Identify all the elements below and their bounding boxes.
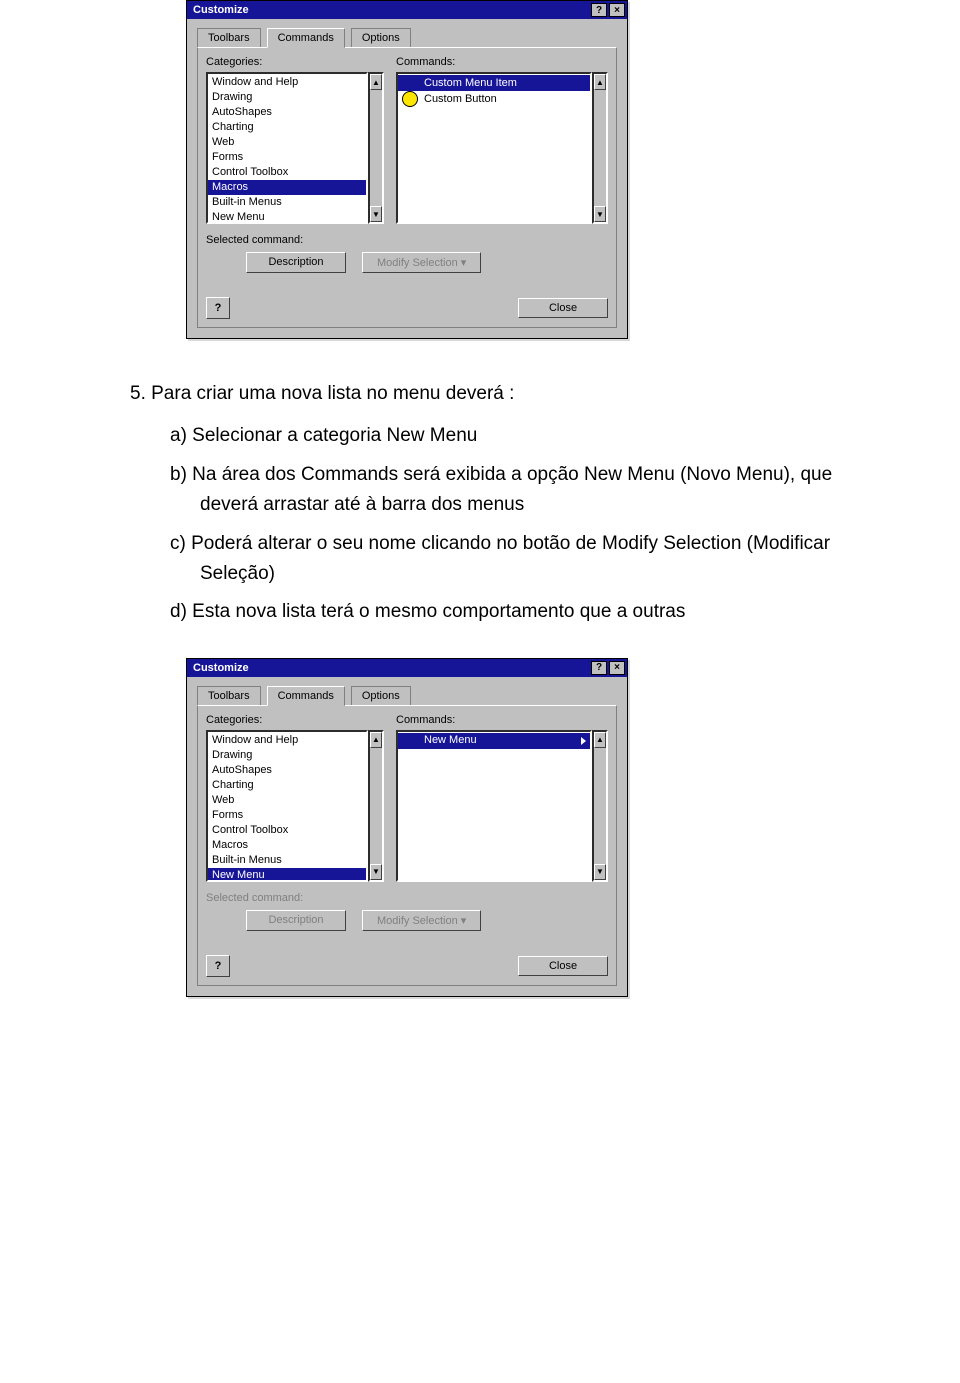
close-icon[interactable]: × xyxy=(609,3,625,17)
scrollbar[interactable]: ▲ ▼ xyxy=(368,730,384,882)
scroll-up-icon[interactable]: ▲ xyxy=(594,732,606,748)
submenu-arrow-icon xyxy=(581,737,586,745)
scrollbar[interactable]: ▲ ▼ xyxy=(368,72,384,224)
list-item[interactable]: Macros xyxy=(208,838,366,853)
scrollbar[interactable]: ▲ ▼ xyxy=(592,730,608,882)
modify-selection-button: Modify Selection ▾ xyxy=(362,910,481,931)
list-item[interactable]: Built-in Menus xyxy=(208,853,366,868)
tab-strip: Toolbars Commands Options xyxy=(197,686,617,706)
context-help-button[interactable]: ? xyxy=(206,297,230,319)
list-item[interactable]: Web xyxy=(208,135,366,150)
context-help-button[interactable]: ? xyxy=(206,955,230,977)
commands-label: Commands: xyxy=(396,714,608,726)
list-item[interactable]: Custom Button xyxy=(398,91,590,107)
step-5c: c) Poderá alterar o seu nome clicando no… xyxy=(170,529,870,590)
categories-label: Categories: xyxy=(206,56,384,68)
close-button[interactable]: Close xyxy=(518,298,608,318)
chevron-down-icon: ▾ xyxy=(461,915,467,927)
tab-strip: Toolbars Commands Options xyxy=(197,28,617,48)
scroll-down-icon[interactable]: ▼ xyxy=(370,206,382,222)
titlebar[interactable]: Customize ? × xyxy=(187,1,627,19)
tab-commands[interactable]: Commands xyxy=(267,686,345,706)
step-5a: a) Selecionar a categoria New Menu xyxy=(170,421,870,451)
selected-command-label: Selected command: xyxy=(206,892,608,904)
close-button[interactable]: Close xyxy=(518,956,608,976)
scroll-up-icon[interactable]: ▲ xyxy=(594,74,606,90)
tab-options[interactable]: Options xyxy=(351,28,411,48)
list-item[interactable]: Control Toolbox xyxy=(208,823,366,838)
list-item[interactable]: Charting xyxy=(208,120,366,135)
list-item[interactable]: Built-in Menus xyxy=(208,195,366,210)
titlebar[interactable]: Customize ? × xyxy=(187,659,627,677)
scroll-down-icon[interactable]: ▼ xyxy=(594,864,606,880)
scrollbar[interactable]: ▲ ▼ xyxy=(592,72,608,224)
modify-selection-button[interactable]: Modify Selection ▾ xyxy=(362,252,481,273)
list-item[interactable]: New Menu xyxy=(208,868,366,882)
list-item[interactable]: AutoShapes xyxy=(208,763,366,778)
window-title: Customize xyxy=(193,662,249,674)
list-item[interactable]: Window and Help xyxy=(208,733,366,748)
command-label: Custom Menu Item xyxy=(424,76,586,91)
list-item[interactable]: Macros xyxy=(208,180,366,195)
tab-toolbars[interactable]: Toolbars xyxy=(197,686,261,706)
commands-label: Commands: xyxy=(396,56,608,68)
list-item[interactable]: New Menu xyxy=(208,210,366,224)
list-item[interactable]: Charting xyxy=(208,778,366,793)
customize-dialog-2: Customize ? × Toolbars Commands Options … xyxy=(186,658,628,997)
list-item[interactable]: Control Toolbox xyxy=(208,165,366,180)
smiley-icon xyxy=(402,91,418,107)
list-item[interactable]: New Menu xyxy=(398,733,590,749)
step-5d: d) Esta nova lista terá o mesmo comporta… xyxy=(170,597,870,627)
list-item[interactable]: Forms xyxy=(208,808,366,823)
blank-icon xyxy=(402,75,418,91)
list-item[interactable]: Custom Menu Item xyxy=(398,75,590,91)
selected-command-label: Selected command: xyxy=(206,234,608,246)
help-icon[interactable]: ? xyxy=(591,661,607,675)
help-icon[interactable]: ? xyxy=(591,3,607,17)
list-item[interactable]: Drawing xyxy=(208,90,366,105)
command-label: New Menu xyxy=(424,733,575,748)
step-5: 5. Para criar uma nova lista no menu dev… xyxy=(130,379,870,409)
window-title: Customize xyxy=(193,4,249,16)
scroll-up-icon[interactable]: ▲ xyxy=(370,732,382,748)
tab-toolbars[interactable]: Toolbars xyxy=(197,28,261,48)
scroll-down-icon[interactable]: ▼ xyxy=(594,206,606,222)
instruction-text: 5. Para criar uma nova lista no menu dev… xyxy=(130,379,870,628)
description-button: Description xyxy=(246,910,346,931)
chevron-down-icon: ▾ xyxy=(461,257,467,269)
tab-options[interactable]: Options xyxy=(351,686,411,706)
commands-list[interactable]: Custom Menu ItemCustom Button xyxy=(396,72,592,224)
blank-icon xyxy=(402,733,418,749)
step-5b: b) Na área dos Commands será exibida a o… xyxy=(170,460,870,521)
scroll-down-icon[interactable]: ▼ xyxy=(370,864,382,880)
customize-dialog-1: Customize ? × Toolbars Commands Options … xyxy=(186,0,628,339)
tab-commands[interactable]: Commands xyxy=(267,28,345,48)
categories-label: Categories: xyxy=(206,714,384,726)
close-icon[interactable]: × xyxy=(609,661,625,675)
commands-list[interactable]: New Menu xyxy=(396,730,592,882)
command-label: Custom Button xyxy=(424,92,586,107)
list-item[interactable]: AutoShapes xyxy=(208,105,366,120)
scroll-up-icon[interactable]: ▲ xyxy=(370,74,382,90)
list-item[interactable]: Web xyxy=(208,793,366,808)
list-item[interactable]: Forms xyxy=(208,150,366,165)
list-item[interactable]: Window and Help xyxy=(208,75,366,90)
categories-list[interactable]: Window and HelpDrawingAutoShapesCharting… xyxy=(206,72,368,224)
description-button[interactable]: Description xyxy=(246,252,346,273)
categories-list[interactable]: Window and HelpDrawingAutoShapesCharting… xyxy=(206,730,368,882)
list-item[interactable]: Drawing xyxy=(208,748,366,763)
